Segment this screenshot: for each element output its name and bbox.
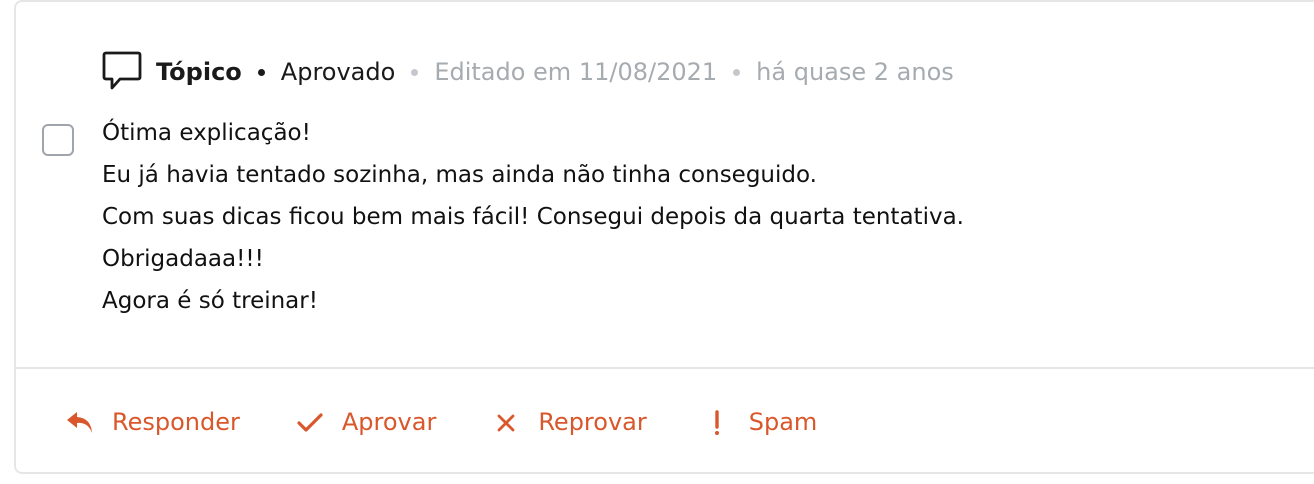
reject-button[interactable]: Reprovar <box>490 406 647 438</box>
comment-card: Tópico Aprovado Editado em 11/08/2021 há… <box>14 0 1314 474</box>
separator-dot <box>411 68 419 76</box>
comment-line: Ótima explicação! <box>102 120 311 146</box>
approve-button[interactable]: Aprovar <box>294 406 436 438</box>
select-comment-checkbox[interactable] <box>42 124 74 156</box>
check-icon <box>294 406 326 438</box>
comment-actions: Responder Aprovar Reprovar Spam <box>64 400 871 444</box>
comment-type-label: Tópico <box>156 58 242 86</box>
separator-dot <box>733 68 741 76</box>
spam-label: Spam <box>748 408 818 436</box>
close-icon <box>490 406 522 438</box>
relative-time: há quase 2 anos <box>756 58 954 86</box>
edited-date: Editado em 11/08/2021 <box>434 58 718 86</box>
exclamation-icon <box>701 406 733 438</box>
reject-label: Reprovar <box>538 408 647 436</box>
separator-dot <box>257 68 265 76</box>
comment-line: Com suas dicas ficou bem mais fácil! Con… <box>102 204 964 230</box>
comment-body: Ótima explicação! Eu já havia tentado so… <box>102 112 964 322</box>
status-label: Aprovado <box>280 58 396 86</box>
comment-line: Agora é só treinar! <box>102 288 318 314</box>
spam-button[interactable]: Spam <box>701 406 818 438</box>
comment-line: Obrigadaaa!!! <box>102 246 264 272</box>
approve-label: Aprovar <box>341 408 437 436</box>
comment-line: Eu já havia tentado sozinha, mas ainda n… <box>102 162 817 188</box>
reply-icon <box>64 406 96 438</box>
divider <box>16 367 1314 369</box>
comment-meta: Tópico Aprovado Editado em 11/08/2021 há… <box>102 50 954 94</box>
reply-label: Responder <box>112 408 240 436</box>
reply-button[interactable]: Responder <box>64 406 240 438</box>
speech-bubble-icon <box>102 50 142 94</box>
